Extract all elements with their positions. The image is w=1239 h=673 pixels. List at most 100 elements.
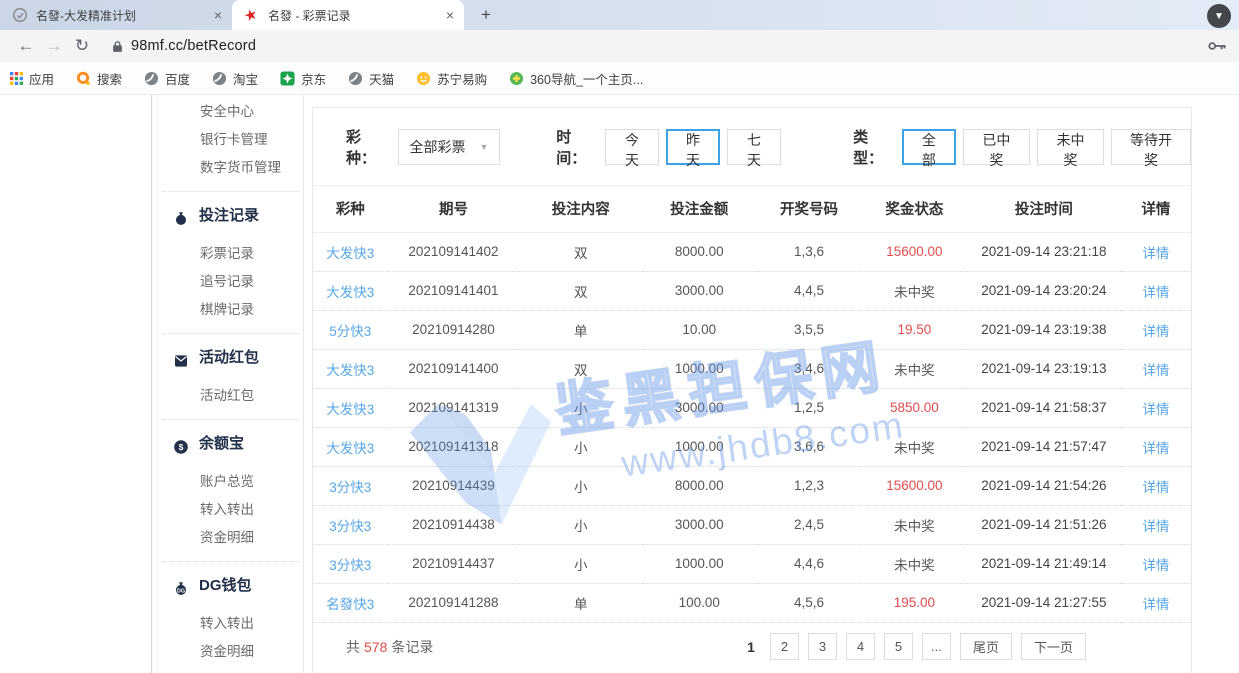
globe-icon: [144, 71, 159, 86]
sidebar-section-bet-records[interactable]: 投注记录: [159, 201, 303, 231]
lottery-link[interactable]: 大发快3: [313, 271, 388, 310]
time-filter-button[interactable]: 七天: [727, 129, 781, 165]
record-row: 3分快3 20210914437 小 1000.00 4,4,6 未中奖 202…: [313, 544, 1191, 583]
tab-title: 名發-大发精准计划: [36, 7, 206, 24]
status-cell: 19.50: [862, 310, 967, 349]
bookmark-jd[interactable]: 京东: [280, 69, 326, 88]
bookmark-suning[interactable]: 苏宁易购: [416, 69, 487, 88]
forward-button[interactable]: →: [40, 36, 68, 56]
bookmark-360nav[interactable]: 360导航_一个主页...: [509, 69, 643, 88]
bookmark-baidu[interactable]: 百度: [144, 69, 190, 88]
new-tab-button[interactable]: +: [472, 1, 500, 29]
time-cell: 2021-09-14 21:49:14: [967, 544, 1121, 583]
sidebar-item-lottery-records[interactable]: 彩票记录: [159, 240, 303, 268]
lottery-link[interactable]: 大发快3: [313, 388, 388, 427]
divider: [163, 561, 299, 562]
time-cell: 2021-09-14 21:57:47: [967, 427, 1121, 466]
lottery-filter-label: 彩种：: [346, 126, 388, 168]
tab-plan[interactable]: 名發-大发精准计划 ×: [0, 0, 232, 30]
divider: [163, 419, 299, 420]
lottery-link[interactable]: 大发快3: [313, 349, 388, 388]
record-row: 3分快3 20210914439 小 8000.00 1,2,3 15600.0…: [313, 466, 1191, 505]
numbers-cell: 3,5,5: [756, 310, 861, 349]
time-filter-button[interactable]: 今天: [605, 129, 659, 165]
numbers-cell: 4,5,6: [756, 583, 861, 622]
key-icon[interactable]: [1208, 41, 1227, 51]
sidebar-item-fund-details[interactable]: 资金明细: [159, 524, 303, 552]
issue-cell: 202109141288: [388, 583, 520, 622]
lottery-select-value: 全部彩票: [410, 137, 466, 157]
detail-link[interactable]: 详情: [1121, 349, 1191, 388]
tab-close-icon[interactable]: ×: [214, 7, 222, 23]
sidebar-item-chase-records[interactable]: 追号记录: [159, 268, 303, 296]
table-header-row: 彩种 期号 投注内容 投注金额 开奖号码 奖金状态 投注时间: [313, 186, 1191, 232]
bookmark-taobao[interactable]: 淘宝: [212, 69, 258, 88]
amount-cell: 3000.00: [642, 505, 756, 544]
url-text[interactable]: 98mf.cc/betRecord: [131, 38, 1208, 54]
page-button[interactable]: 3: [808, 633, 837, 660]
page-button[interactable]: ...: [922, 633, 951, 660]
sidebar-section-yuebao[interactable]: $ 余额宝: [159, 429, 303, 459]
page-button[interactable]: 2: [770, 633, 799, 660]
type-filter-button[interactable]: 未中奖: [1037, 129, 1104, 165]
last-page-button[interactable]: 尾页: [960, 633, 1012, 660]
detail-link[interactable]: 详情: [1121, 271, 1191, 310]
lottery-link[interactable]: 名發快3: [313, 583, 388, 622]
record-row: 名發快3 202109141288 单 100.00 4,5,6 195.00 …: [313, 583, 1191, 622]
time-cell: 2021-09-14 23:19:13: [967, 349, 1121, 388]
detail-link[interactable]: 详情: [1121, 388, 1191, 427]
sidebar-item-red-packet[interactable]: 活动红包: [159, 382, 303, 410]
page-button[interactable]: 5: [884, 633, 913, 660]
tab-strip: 名發-大发精准计划 × ★ 名發 - 彩票记录 × + ▼: [0, 0, 1239, 30]
tab-close-icon[interactable]: ×: [446, 7, 454, 23]
record-row: 大发快3 202109141401 双 3000.00 4,4,5 未中奖 20…: [313, 271, 1191, 310]
lottery-link[interactable]: 5分快3: [313, 310, 388, 349]
detail-link[interactable]: 详情: [1121, 505, 1191, 544]
detail-link[interactable]: 详情: [1121, 232, 1191, 271]
detail-link[interactable]: 详情: [1121, 544, 1191, 583]
lottery-link[interactable]: 大发快3: [313, 427, 388, 466]
issue-cell: 202109141318: [388, 427, 520, 466]
detail-link[interactable]: 详情: [1121, 466, 1191, 505]
numbers-cell: 1,2,3: [756, 466, 861, 505]
type-filter-button[interactable]: 全部: [902, 129, 956, 165]
next-page-button[interactable]: 下一页: [1021, 633, 1086, 660]
sidebar-section-red-packet[interactable]: 活动红包: [159, 343, 303, 373]
lottery-select[interactable]: 全部彩票 ▼: [398, 129, 500, 165]
reload-button[interactable]: ↻: [68, 36, 96, 56]
sidebar-section-dg-wallet[interactable]: DG DG钱包: [159, 571, 303, 601]
lottery-link[interactable]: 3分快3: [313, 544, 388, 583]
content-cell: 小: [519, 505, 642, 544]
bookmark-search[interactable]: 搜索: [76, 69, 122, 88]
red-envelope-icon: [173, 350, 189, 366]
sidebar-item-account-overview[interactable]: 账户总览: [159, 468, 303, 496]
bookmarks-bar: 应用 搜索 百度 淘宝 京东 天猫 苏宁易购 360导航_一个主页...: [0, 62, 1239, 95]
bookmark-apps[interactable]: 应用: [10, 69, 54, 88]
lottery-link[interactable]: 3分快3: [313, 466, 388, 505]
sidebar-item-board-records[interactable]: 棋牌记录: [159, 296, 303, 324]
page-button[interactable]: 4: [846, 633, 875, 660]
back-button[interactable]: ←: [12, 36, 40, 56]
scrollbar[interactable]: [151, 95, 159, 673]
lottery-link[interactable]: 3分快3: [313, 505, 388, 544]
time-cell: 2021-09-14 21:51:26: [967, 505, 1121, 544]
bookmark-tmall[interactable]: 天猫: [348, 69, 394, 88]
detail-link[interactable]: 详情: [1121, 310, 1191, 349]
sidebar-item-security[interactable]: 安全中心: [159, 98, 303, 126]
type-filter-button[interactable]: 等待开奖: [1111, 129, 1191, 165]
lottery-link[interactable]: 大发快3: [313, 232, 388, 271]
time-filter-button[interactable]: 昨天: [666, 129, 720, 165]
sidebar-item-bankcard[interactable]: 银行卡管理: [159, 126, 303, 154]
sidebar-item-crypto[interactable]: 数字货币管理: [159, 154, 303, 182]
sidebar-item-dg-fund-details[interactable]: 资金明细: [159, 638, 303, 666]
content-cell: 单: [519, 583, 642, 622]
type-filter-button[interactable]: 已中奖: [963, 129, 1030, 165]
sidebar-item-dg-transfer[interactable]: 转入转出: [159, 610, 303, 638]
tab-bet-record[interactable]: ★ 名發 - 彩票记录 ×: [232, 0, 464, 30]
window-menu-button[interactable]: ▼: [1207, 4, 1231, 28]
sidebar-item-transfer[interactable]: 转入转出: [159, 496, 303, 524]
divider: [163, 333, 299, 334]
detail-link[interactable]: 详情: [1121, 583, 1191, 622]
status-cell: 未中奖: [862, 349, 967, 388]
detail-link[interactable]: 详情: [1121, 427, 1191, 466]
